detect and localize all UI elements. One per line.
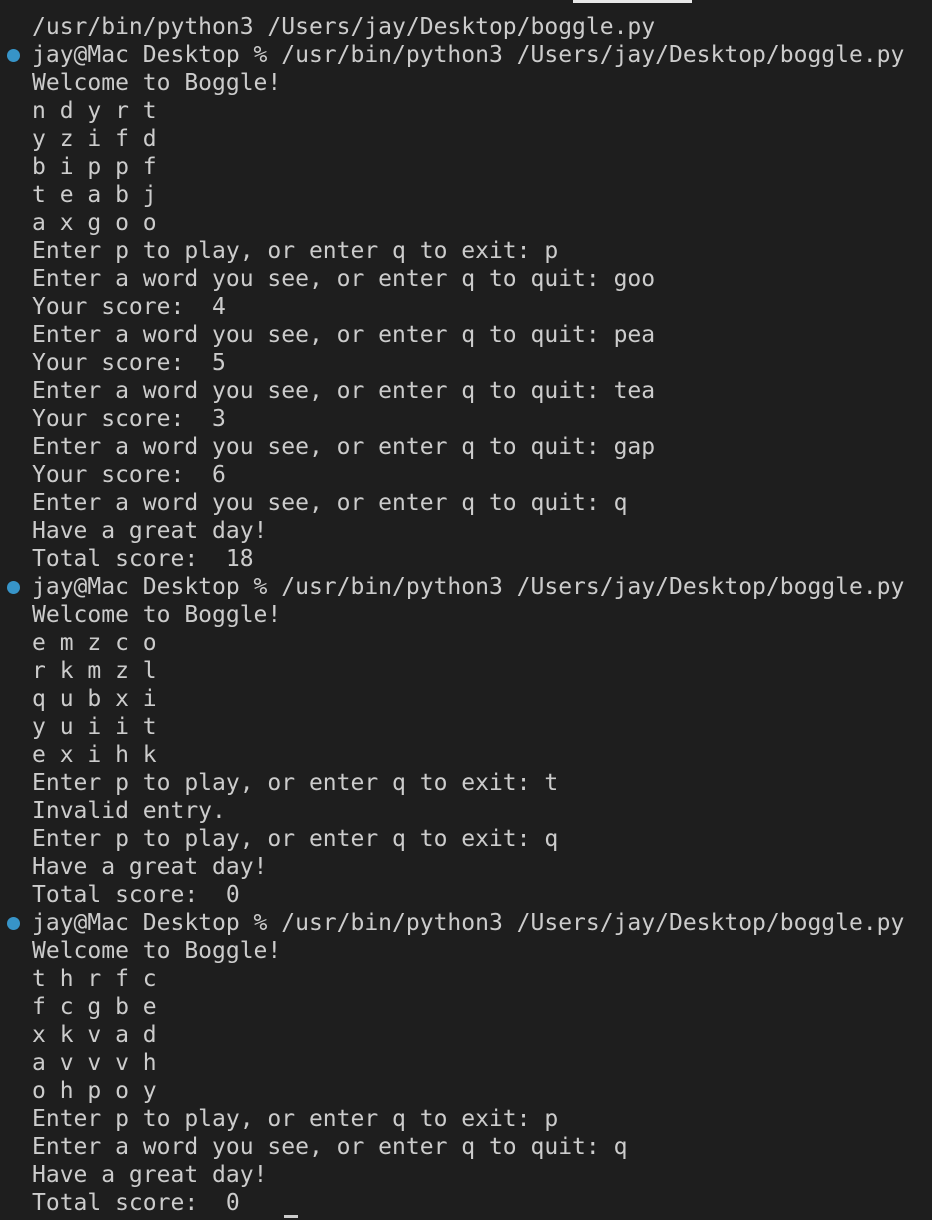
terminal-output-line: Welcome to Boggle! <box>0 937 932 965</box>
terminal-output-line: x k v a d <box>0 1021 932 1049</box>
terminal-output-line: Enter a word you see, or enter q to quit… <box>0 265 932 293</box>
terminal-output-line: Total score: 0 <box>0 1189 932 1217</box>
terminal-line-text: q u b x i <box>32 686 157 712</box>
terminal-output-line: Enter p to play, or enter q to exit: t <box>0 769 932 797</box>
terminal-output-line: Enter a word you see, or enter q to quit… <box>0 489 932 517</box>
terminal-output-line: Your score: 3 <box>0 405 932 433</box>
terminal-output-line: Your score: 6 <box>0 461 932 489</box>
command-decoration-dot-icon[interactable] <box>7 581 20 594</box>
terminal-line-text: Enter a word you see, or enter q to quit… <box>32 378 656 404</box>
terminal-line-text: Enter p to play, or enter q to exit: p <box>32 1106 559 1132</box>
terminal-output-line: a x g o o <box>0 209 932 237</box>
terminal-line-text: r k m z l <box>32 658 157 684</box>
terminal-line-text: Total score: 0 <box>32 1190 240 1216</box>
terminal-line-text: a x g o o <box>32 210 157 236</box>
text-cursor-icon <box>284 1215 298 1218</box>
terminal-line-text: jay@Mac Desktop % /usr/bin/python3 /User… <box>32 910 905 936</box>
terminal-line-text: Welcome to Boggle! <box>32 938 282 964</box>
terminal-line-text: Enter a word you see, or enter q to quit… <box>32 434 656 460</box>
terminal-output-line: Enter a word you see, or enter q to quit… <box>0 433 932 461</box>
terminal-line-text: Welcome to Boggle! <box>32 602 282 628</box>
terminal-output-line: Total score: 0 <box>0 881 932 909</box>
terminal-line-text: /usr/bin/python3 /Users/jay/Desktop/bogg… <box>32 14 656 40</box>
terminal-line-text: Your score: 3 <box>32 406 226 432</box>
terminal-output-line: Welcome to Boggle! <box>0 69 932 97</box>
terminal-output-line: a v v v h <box>0 1049 932 1077</box>
terminal-output-line: /usr/bin/python3 /Users/jay/Desktop/bogg… <box>0 13 932 41</box>
terminal-line-text: Have a great day! <box>32 1162 268 1188</box>
terminal-output-line: Invalid entry. <box>0 797 932 825</box>
command-decoration-dot-icon[interactable] <box>7 49 20 62</box>
terminal-line-text: f c g b e <box>32 994 157 1020</box>
terminal-output-line: e x i h k <box>0 741 932 769</box>
scroll-indicator <box>573 0 692 3</box>
terminal-output-line: Have a great day! <box>0 517 932 545</box>
terminal-output[interactable]: /usr/bin/python3 /Users/jay/Desktop/bogg… <box>0 13 932 1217</box>
terminal-output-line: Welcome to Boggle! <box>0 601 932 629</box>
terminal-line-text: Enter a word you see, or enter q to quit… <box>32 266 656 292</box>
terminal-line-text: n d y r t <box>32 98 157 124</box>
terminal-line-text: t e a b j <box>32 182 157 208</box>
terminal-output-line: Enter a word you see, or enter q to quit… <box>0 321 932 349</box>
terminal-output-line: y z i f d <box>0 125 932 153</box>
terminal-output-line: Have a great day! <box>0 853 932 881</box>
terminal-line-text: y z i f d <box>32 126 157 152</box>
terminal-output-line: Enter a word you see, or enter q to quit… <box>0 377 932 405</box>
terminal-output-line: Total score: 18 <box>0 545 932 573</box>
terminal-command-line: jay@Mac Desktop % /usr/bin/python3 /User… <box>0 909 932 937</box>
terminal-output-line: b i p p f <box>0 153 932 181</box>
terminal-line-text: Total score: 18 <box>32 546 254 572</box>
terminal-line-text: Enter p to play, or enter q to exit: t <box>32 770 559 796</box>
terminal-line-text: e m z c o <box>32 630 157 656</box>
terminal-line-text: jay@Mac Desktop % /usr/bin/python3 /User… <box>32 42 905 68</box>
terminal-output-line: Enter a word you see, or enter q to quit… <box>0 1133 932 1161</box>
terminal-line-text: Enter a word you see, or enter q to quit… <box>32 490 628 516</box>
terminal-line-text: t h r f c <box>32 966 157 992</box>
terminal-line-text: Enter p to play, or enter q to exit: q <box>32 826 559 852</box>
terminal-output-line: Your score: 4 <box>0 293 932 321</box>
terminal-line-text: x k v a d <box>32 1022 157 1048</box>
terminal-output-line: e m z c o <box>0 629 932 657</box>
terminal-line-text: Your score: 6 <box>32 462 226 488</box>
terminal-output-line: r k m z l <box>0 657 932 685</box>
terminal-line-text: Welcome to Boggle! <box>32 70 282 96</box>
terminal-line-text: Enter p to play, or enter q to exit: p <box>32 238 559 264</box>
terminal-output-line: Enter p to play, or enter q to exit: p <box>0 237 932 265</box>
terminal-line-text: y u i i t <box>32 714 157 740</box>
terminal-output-line: f c g b e <box>0 993 932 1021</box>
terminal-line-text: Total score: 0 <box>32 882 240 908</box>
terminal-line-text: jay@Mac Desktop % /usr/bin/python3 /User… <box>32 574 905 600</box>
terminal-output-line: Enter p to play, or enter q to exit: p <box>0 1105 932 1133</box>
terminal-output-line: t e a b j <box>0 181 932 209</box>
terminal-output-line: t h r f c <box>0 965 932 993</box>
terminal-line-text: a v v v h <box>32 1050 157 1076</box>
terminal-line-text: Enter a word you see, or enter q to quit… <box>32 1134 628 1160</box>
terminal-output-line: Your score: 5 <box>0 349 932 377</box>
terminal-output-line: q u b x i <box>0 685 932 713</box>
terminal-output-line: Enter p to play, or enter q to exit: q <box>0 825 932 853</box>
terminal-line-text: Invalid entry. <box>32 798 226 824</box>
terminal-output-line: Have a great day! <box>0 1161 932 1189</box>
command-decoration-dot-icon[interactable] <box>7 917 20 930</box>
terminal-line-text: Your score: 5 <box>32 350 226 376</box>
terminal-command-line: jay@Mac Desktop % /usr/bin/python3 /User… <box>0 41 932 69</box>
terminal-output-line: n d y r t <box>0 97 932 125</box>
terminal-line-text: Have a great day! <box>32 518 268 544</box>
terminal-line-text: Have a great day! <box>32 854 268 880</box>
terminal-line-text: Your score: 4 <box>32 294 226 320</box>
terminal-line-text: e x i h k <box>32 742 157 768</box>
terminal-line-text: b i p p f <box>32 154 157 180</box>
terminal-output-line: y u i i t <box>0 713 932 741</box>
terminal-command-line: jay@Mac Desktop % /usr/bin/python3 /User… <box>0 573 932 601</box>
terminal-output-line: o h p o y <box>0 1077 932 1105</box>
terminal-line-text: Enter a word you see, or enter q to quit… <box>32 322 656 348</box>
terminal-line-text: o h p o y <box>32 1078 157 1104</box>
